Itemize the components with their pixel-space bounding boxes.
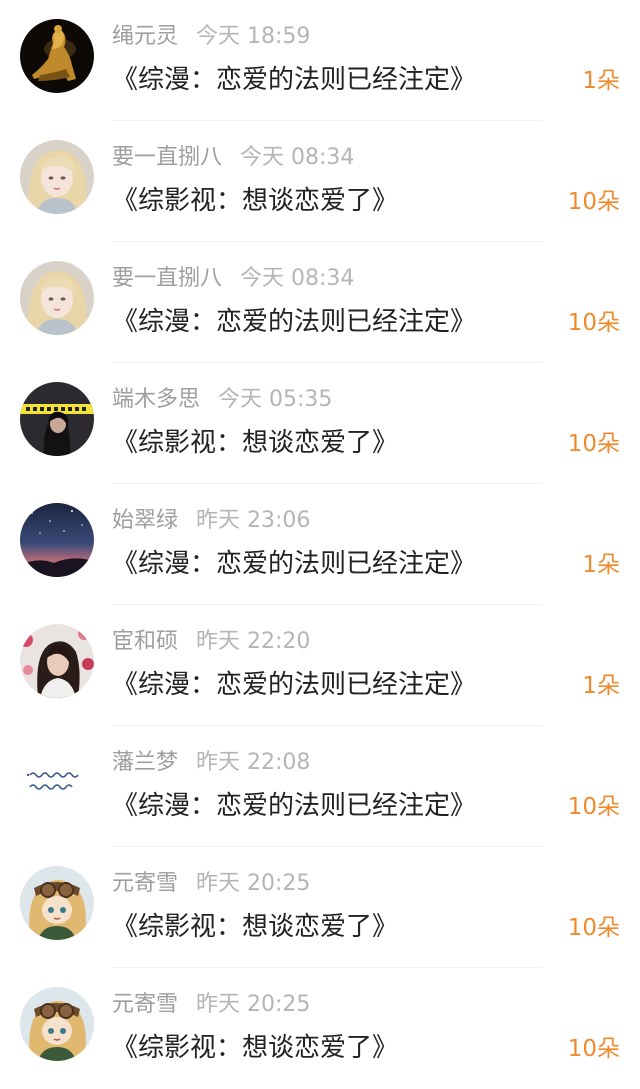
gift-amount: 1朵 (582, 673, 620, 699)
avatar-golden-statue-icon (20, 19, 94, 93)
gift-amount: 10朵 (567, 794, 620, 820)
gift-amount: 10朵 (567, 915, 620, 941)
book-title[interactable]: 《综影视：想谈恋爱了》 (112, 423, 398, 463)
book-title[interactable]: 《综漫：恋爱的法则已经注定》 (112, 544, 476, 584)
avatar[interactable] (20, 866, 94, 940)
book-title[interactable]: 《综漫：恋爱的法则已经注定》 (112, 302, 476, 342)
user-name[interactable]: 元寄雪 (112, 871, 178, 896)
user-name[interactable]: 藩兰梦 (112, 750, 178, 775)
list-item[interactable]: 绳元灵 今天 18:59 《综漫：恋爱的法则已经注定》 1朵 (0, 0, 640, 121)
user-name[interactable]: 宦和硕 (112, 629, 178, 654)
user-name[interactable]: 元寄雪 (112, 992, 178, 1017)
gift-amount: 10朵 (567, 310, 620, 336)
list-item[interactable]: 要一直捌八 今天 08:34 《综漫：恋爱的法则已经注定》 10朵 (0, 242, 640, 363)
row-meta: 元寄雪 昨天 20:25 (112, 869, 310, 899)
timestamp: 昨天 23:06 (196, 508, 311, 533)
user-name[interactable]: 绳元灵 (112, 24, 178, 49)
avatar[interactable] (20, 382, 94, 456)
avatar-night-sky-icon (20, 503, 94, 577)
avatar[interactable] (20, 503, 94, 577)
avatar-illustrated-girl-icon (20, 261, 94, 335)
user-name[interactable]: 端木多思 (112, 387, 200, 412)
timestamp: 昨天 22:20 (196, 629, 311, 654)
book-title[interactable]: 《综漫：恋爱的法则已经注定》 (112, 786, 476, 826)
timestamp: 今天 18:59 (196, 24, 311, 49)
timestamp: 今天 08:34 (240, 145, 355, 170)
avatar[interactable] (20, 987, 94, 1061)
list-item[interactable]: 元寄雪 昨天 20:25 《综影视：想谈恋爱了》 10朵 (0, 968, 640, 1089)
row-meta: 要一直捌八 今天 08:34 (112, 264, 354, 294)
timestamp: 昨天 20:25 (196, 992, 311, 1017)
list-item[interactable]: 藩兰梦 昨天 22:08 《综漫：恋爱的法则已经注定》 10朵 (0, 726, 640, 847)
avatar[interactable] (20, 140, 94, 214)
row-meta: 藩兰梦 昨天 22:08 (112, 748, 310, 778)
gift-amount: 1朵 (582, 68, 620, 94)
avatar-girl-flowers-icon (20, 624, 94, 698)
timestamp: 昨天 22:08 (196, 750, 311, 775)
list-item[interactable]: 端木多思 今天 05:35 《综影视：想谈恋爱了》 10朵 (0, 363, 640, 484)
avatar-anime-goggles-icon (20, 987, 94, 1061)
avatar[interactable] (20, 624, 94, 698)
book-title[interactable]: 《综影视：想谈恋爱了》 (112, 907, 398, 947)
list-item[interactable]: 要一直捌八 今天 08:34 《综影视：想谈恋爱了》 10朵 (0, 121, 640, 242)
list-item[interactable]: 元寄雪 昨天 20:25 《综影视：想谈恋爱了》 10朵 (0, 847, 640, 968)
timestamp: 今天 05:35 (218, 387, 333, 412)
gift-amount: 10朵 (567, 1036, 620, 1062)
book-title[interactable]: 《综影视：想谈恋爱了》 (112, 181, 398, 221)
book-title[interactable]: 《综漫：恋爱的法则已经注定》 (112, 665, 476, 705)
gift-amount: 10朵 (567, 189, 620, 215)
avatar-illustrated-girl-icon (20, 140, 94, 214)
row-meta: 宦和硕 昨天 22:20 (112, 627, 310, 657)
timestamp: 今天 08:34 (240, 266, 355, 291)
avatar-dark-portrait-icon (20, 382, 94, 456)
row-meta: 始翠绿 昨天 23:06 (112, 506, 310, 536)
avatar-anime-goggles-icon (20, 866, 94, 940)
user-name[interactable]: 始翠绿 (112, 508, 178, 533)
book-title[interactable]: 《综影视：想谈恋爱了》 (112, 1028, 398, 1068)
row-meta: 绳元灵 今天 18:59 (112, 22, 310, 52)
gift-record-list: 绳元灵 今天 18:59 《综漫：恋爱的法则已经注定》 1朵 要一直捌八 今天 08… (0, 0, 640, 1074)
gift-amount: 10朵 (567, 431, 620, 457)
avatar[interactable] (20, 745, 94, 819)
avatar[interactable] (20, 261, 94, 335)
user-name[interactable]: 要一直捌八 (112, 266, 222, 291)
gift-amount: 1朵 (582, 552, 620, 578)
avatar-handwriting-icon (20, 745, 94, 819)
row-meta: 端木多思 今天 05:35 (112, 385, 332, 415)
list-item[interactable]: 宦和硕 昨天 22:20 《综漫：恋爱的法则已经注定》 1朵 (0, 605, 640, 726)
row-meta: 要一直捌八 今天 08:34 (112, 143, 354, 173)
user-name[interactable]: 要一直捌八 (112, 145, 222, 170)
avatar[interactable] (20, 19, 94, 93)
book-title[interactable]: 《综漫：恋爱的法则已经注定》 (112, 60, 476, 100)
row-meta: 元寄雪 昨天 20:25 (112, 990, 310, 1020)
timestamp: 昨天 20:25 (196, 871, 311, 896)
list-item[interactable]: 始翠绿 昨天 23:06 《综漫：恋爱的法则已经注定》 1朵 (0, 484, 640, 605)
